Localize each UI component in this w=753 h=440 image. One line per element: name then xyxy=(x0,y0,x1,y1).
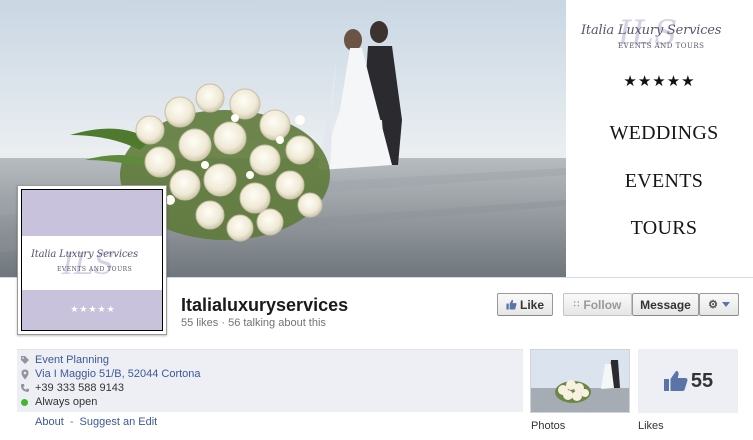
photos-thumbnail xyxy=(531,350,629,412)
page-stats: 55 likes · 56 talking about this xyxy=(181,317,326,329)
tag-icon xyxy=(19,355,30,366)
info-hours: Always open xyxy=(17,395,97,409)
thumbs-up-icon xyxy=(506,299,517,310)
profile-picture[interactable]: ILS Italia Luxury Services EVENTS AND TO… xyxy=(17,185,167,335)
message-button-label: Message xyxy=(640,297,691,312)
phone-icon xyxy=(19,383,30,394)
category-link[interactable]: Event Planning xyxy=(35,354,109,366)
cover-item-events: EVENTS xyxy=(624,170,704,192)
page-info: Event Planning Via I Maggio 51/B, 52044 … xyxy=(17,349,523,412)
settings-dropdown-button[interactable]: ⚙ xyxy=(699,293,739,316)
address-link[interactable]: Via I Maggio 51/B, 52044 Cortona xyxy=(35,368,201,380)
thumbs-up-icon xyxy=(663,371,688,391)
profile-picture-image: ILS Italia Luxury Services EVENTS AND TO… xyxy=(21,189,163,331)
page-title[interactable]: Italialuxuryservices xyxy=(181,295,348,316)
cover-brand-script: Italia Luxury Services xyxy=(581,23,722,38)
info-address: Via I Maggio 51/B, 52044 Cortona xyxy=(17,367,201,381)
photos-tile[interactable] xyxy=(530,349,630,413)
rss-icon: ∷ xyxy=(573,299,580,309)
ils-monogram-icon: ILS xyxy=(61,247,114,282)
suggest-edit-link[interactable]: Suggest an Edit xyxy=(80,416,158,428)
info-phone: +39 333 588 9143 xyxy=(17,381,124,395)
likes-tile[interactable]: 55 xyxy=(638,349,738,413)
likes-count: 55 xyxy=(690,369,714,392)
about-link[interactable]: About xyxy=(35,416,64,428)
profile-stars: ★★★★★ xyxy=(70,305,116,315)
photos-label[interactable]: Photos xyxy=(531,420,565,432)
chevron-down-icon xyxy=(721,302,730,307)
open-status-icon xyxy=(19,397,30,408)
about-links: About - Suggest an Edit xyxy=(35,416,157,428)
follow-button[interactable]: ∷ Follow xyxy=(563,293,632,316)
cover-item-weddings: WEDDINGS xyxy=(609,122,719,144)
about-separator: - xyxy=(69,416,74,428)
hours-status: Always open xyxy=(35,396,98,408)
profile-brand-sub: EVENTS AND TOURS xyxy=(57,266,133,273)
cover-brand-logo: ILS Italia Luxury Services EVENTS AND TO… xyxy=(578,10,734,58)
likes-label[interactable]: Likes xyxy=(638,420,664,432)
follow-button-label: Follow xyxy=(583,297,622,312)
gear-icon: ⚙ xyxy=(708,299,718,311)
profile-logo-band: ILS Italia Luxury Services EVENTS AND TO… xyxy=(22,236,162,290)
cover-stars: ★★★★★ xyxy=(623,72,696,90)
phone-number: +39 333 588 9143 xyxy=(35,382,125,394)
cover-item-tours: TOURS xyxy=(630,217,698,239)
profile-brand-script: Italia Luxury Services xyxy=(31,249,138,260)
map-pin-icon xyxy=(19,369,30,380)
like-button-label: Like xyxy=(519,297,544,312)
like-button[interactable]: Like xyxy=(497,293,553,316)
cover-brand-sub: EVENTS AND TOURS xyxy=(618,42,705,50)
info-category: Event Planning xyxy=(17,353,109,367)
message-button[interactable]: Message xyxy=(632,293,699,316)
